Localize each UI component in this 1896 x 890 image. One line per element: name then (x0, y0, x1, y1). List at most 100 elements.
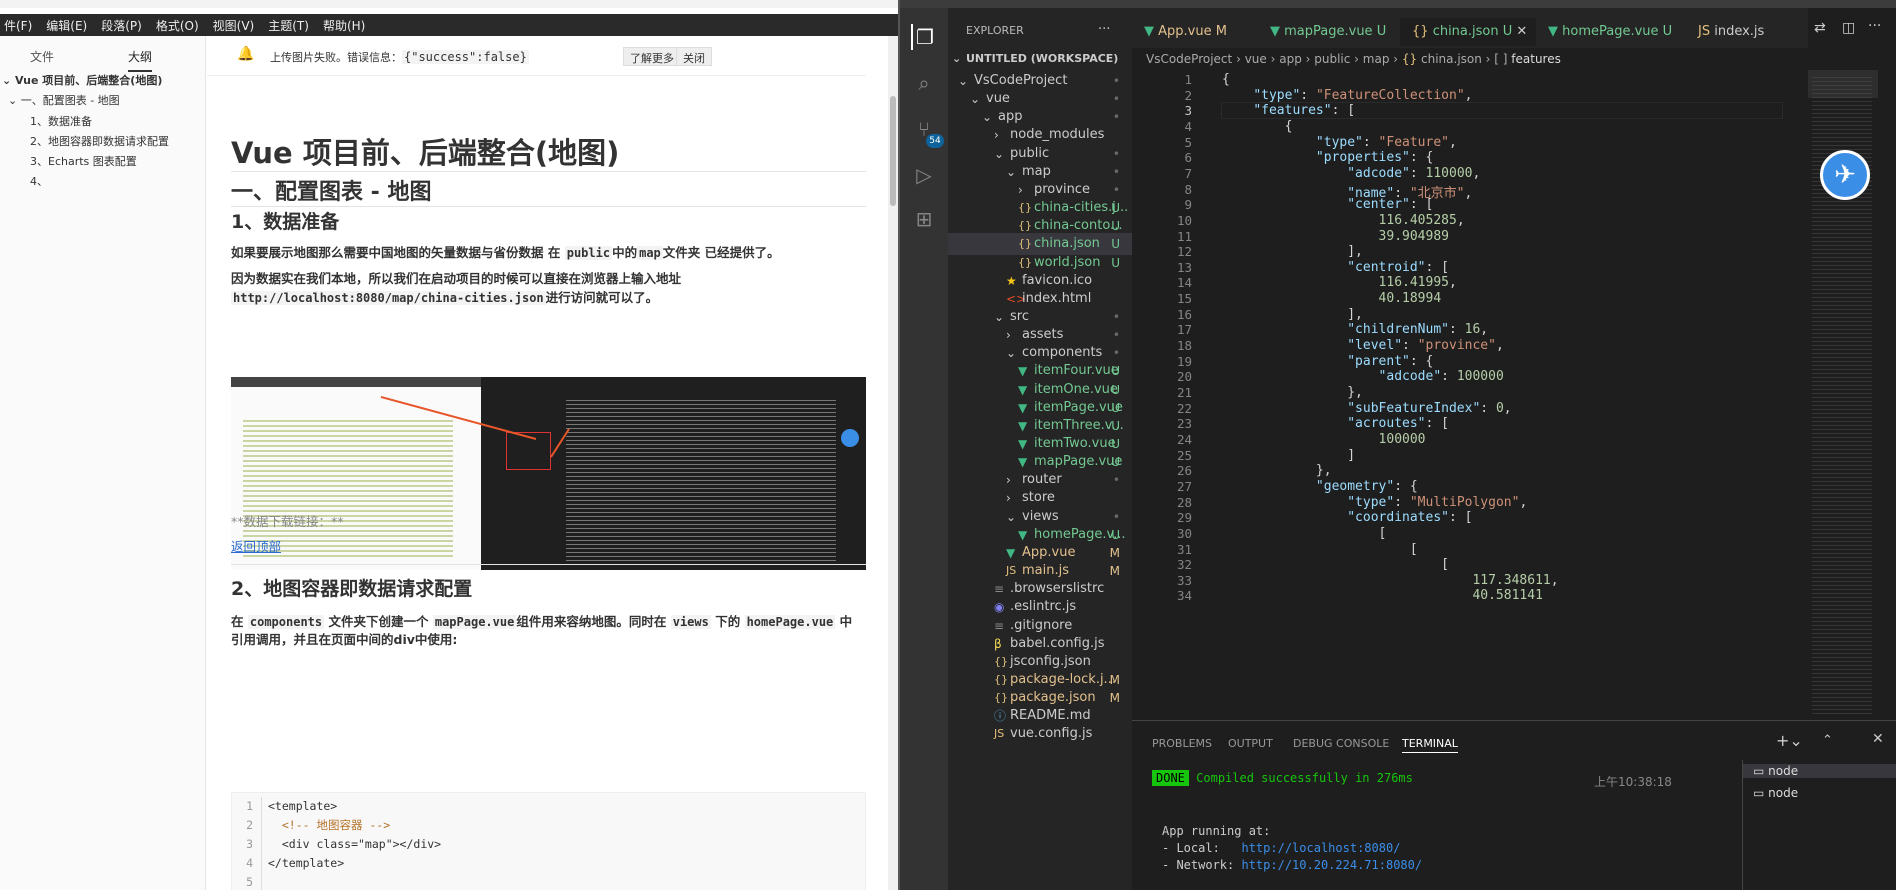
outline-item[interactable]: 3、Echarts 图表配置 (30, 153, 137, 169)
outline-item[interactable]: ⌄ 一、配置图表 - 地图 (8, 92, 120, 108)
panel-tab-problems[interactable]: PROBLEMS (1152, 737, 1212, 750)
menu-format[interactable]: 格式(O) (156, 17, 199, 34)
code-line[interactable]: "acroutes": [ (1222, 416, 1449, 431)
code-line[interactable]: "centroid": [ (1222, 260, 1449, 275)
panel-tab-debug-console[interactable]: DEBUG CONSOLE (1293, 737, 1389, 750)
code-line[interactable]: [ (1222, 542, 1418, 557)
compare-icon[interactable]: ⇄ (1814, 20, 1826, 36)
search-icon[interactable]: ⌕ (911, 70, 937, 96)
menu-view[interactable]: 视图(V) (213, 17, 255, 34)
close-panel-icon[interactable]: ✕ (1872, 731, 1884, 747)
code-line[interactable]: "type": "Feature", (1222, 135, 1457, 150)
tab-china-json[interactable]: {} china.json U ✕ (1400, 18, 1536, 46)
code-line[interactable]: { (1222, 72, 1230, 87)
minimap[interactable]: ✈ (1808, 70, 1884, 720)
line-number: 18 (1176, 338, 1192, 354)
line-number: 1 (1184, 72, 1192, 87)
terminal-output[interactable]: DONE Compiled successfully in 276ms (1152, 770, 1413, 786)
close-tab-icon[interactable]: ✕ (1516, 24, 1527, 39)
code-line[interactable]: 100000 (1222, 432, 1426, 447)
vscode-title-bar (900, 0, 1896, 8)
close-notice-button[interactable]: 关闭 (676, 47, 712, 66)
paragraph: http://localhost:8080/map/china-cities.j… (231, 290, 659, 305)
code-line[interactable]: "type": "FeatureCollection", (1222, 88, 1472, 103)
code-line[interactable]: [ (1222, 526, 1387, 541)
code-line[interactable]: "center": [ (1222, 197, 1433, 212)
code-line[interactable]: 40.18994 (1222, 291, 1442, 306)
code-line[interactable]: 39.904989 (1222, 229, 1449, 244)
back-to-top-link[interactable]: 返回顶部 (231, 536, 281, 555)
code-line[interactable]: "adcode": 100000 (1222, 369, 1504, 384)
panel-tab-terminal[interactable]: TERMINAL (1402, 737, 1458, 753)
line-number: 28 (1176, 494, 1192, 510)
code-block[interactable]: 1 <template> 2 <!-- 地图容器 --> 3 <div class… (231, 792, 866, 890)
new-terminal-icon[interactable]: +⌄ (1776, 731, 1803, 750)
code-line[interactable]: ] (1222, 448, 1355, 463)
code-line[interactable]: "type": "MultiPolygon", (1222, 495, 1527, 510)
tab-app-vue[interactable]: ▼ App.vue M (1132, 18, 1258, 46)
learn-more-button[interactable]: 了解更多 (623, 47, 681, 66)
tab-outline[interactable]: 大纲 (128, 48, 153, 72)
menu-paragraph[interactable]: 段落(P) (101, 17, 142, 34)
code-line[interactable]: "subFeatureIndex": 0, (1222, 401, 1511, 416)
maximize-panel-icon[interactable]: ⌃ (1822, 733, 1833, 748)
menu-help[interactable]: 帮助(H) (323, 17, 365, 34)
run-debug-icon[interactable]: ▷ (911, 162, 937, 188)
tab-index-js[interactable]: JS index.js (1686, 18, 1808, 46)
explorer-icon[interactable]: ❐ (911, 24, 937, 50)
code-line[interactable]: "level": "province", (1222, 338, 1504, 353)
code-line[interactable]: 116.405285, (1222, 213, 1465, 228)
line-number: 20 (1176, 369, 1192, 385)
menu-edit[interactable]: 编辑(E) (46, 17, 87, 34)
terminal-instance[interactable]: ▭ node (1753, 786, 1798, 800)
paragraph: 如果要展示地图那么需要中国地图的矢量数据与省份数据 在 public 中的 map 文… (231, 245, 780, 260)
outline-item[interactable]: 4、 (30, 173, 48, 189)
outline-item[interactable]: 1、数据准备 (30, 113, 92, 129)
tab-files[interactable]: 文件 (30, 48, 54, 65)
typora-window: 件(F) 编辑(E) 段落(P) 格式(O) 视图(V) 主题(T) 帮助(H)… (0, 0, 898, 890)
code-line[interactable]: "parent": { (1222, 354, 1433, 369)
tab-mappage-vue[interactable]: ▼ mapPage.vue U (1258, 18, 1400, 46)
more-icon[interactable]: ··· (1868, 18, 1881, 34)
typora-scrollbar[interactable] (888, 36, 898, 890)
terminal-time: 上午10:38:18 (1594, 775, 1672, 789)
code-line[interactable]: ], (1222, 244, 1363, 259)
file-type-icon: JS (994, 727, 1005, 741)
code-line[interactable]: "features": [ (1221, 102, 1783, 120)
workspace-header[interactable]: ⌄ UNTITLED (WORKSPACE) (948, 48, 1132, 70)
menu-file[interactable]: 件(F) (4, 17, 32, 34)
paragraph: 因为数据实在我们本地，所以我们在启动项目的时候可以直接在浏览器上输入地址 (231, 271, 682, 286)
split-editor-icon[interactable]: ◫ (1842, 20, 1855, 36)
code-line[interactable]: "properties": { (1222, 150, 1433, 165)
terminal-instance[interactable]: ▭ node (1743, 764, 1896, 778)
tab-homepage-vue[interactable]: ▼ homePage.vue U (1536, 18, 1686, 46)
code-line[interactable]: { (1222, 119, 1293, 134)
tree-item[interactable]: JS vue.config.js (948, 723, 1132, 745)
code-line[interactable]: [ (1222, 557, 1449, 572)
outline-item[interactable]: 2、地图容器即数据请求配置 (30, 133, 169, 149)
code-line[interactable]: "childrenNum": 16, (1222, 322, 1488, 337)
code-line[interactable]: "adcode": 110000, (1222, 166, 1480, 181)
code-line[interactable]: "coordinates": [ (1222, 510, 1472, 525)
code-line[interactable]: ], (1222, 307, 1363, 322)
upload-error-notice: 🔔 上传图片失败。错误信息： {"success":false} 了解更多 关闭 (207, 36, 866, 76)
screenshot-image (231, 377, 866, 570)
code-line[interactable]: }, (1222, 463, 1332, 478)
code-line[interactable]: 116.41995, (1222, 275, 1457, 290)
panel-tab-output[interactable]: OUTPUT (1228, 737, 1273, 750)
explorer-sidebar: EXPLORER ··· ⌄ UNTITLED (WORKSPACE) ⌄ VsCo… (948, 8, 1132, 890)
code-editor[interactable]: 1 {2 "type": "FeatureCollection", 3 "featu… (1132, 70, 1896, 720)
code-line[interactable]: }, (1222, 385, 1363, 400)
code-line[interactable]: "geometry": { (1222, 479, 1418, 494)
extensions-icon[interactable]: ⊞ (911, 206, 937, 232)
scm-badge: 54 (926, 134, 944, 148)
menu-theme[interactable]: 主题(T) (268, 17, 309, 34)
arrow-annotation (380, 396, 570, 458)
bell-icon: 🔔 (237, 46, 255, 62)
outline-item[interactable]: ⌄ Vue 项目前、后端整合(地图) (2, 72, 162, 88)
bird-icon[interactable]: ✈ (1820, 150, 1870, 200)
scrollbar-thumb[interactable] (890, 96, 896, 206)
more-actions-icon[interactable]: ··· (1098, 22, 1110, 37)
code-line[interactable]: 40.581141 (1222, 588, 1542, 603)
code-line[interactable]: 117.348611, (1222, 573, 1558, 588)
